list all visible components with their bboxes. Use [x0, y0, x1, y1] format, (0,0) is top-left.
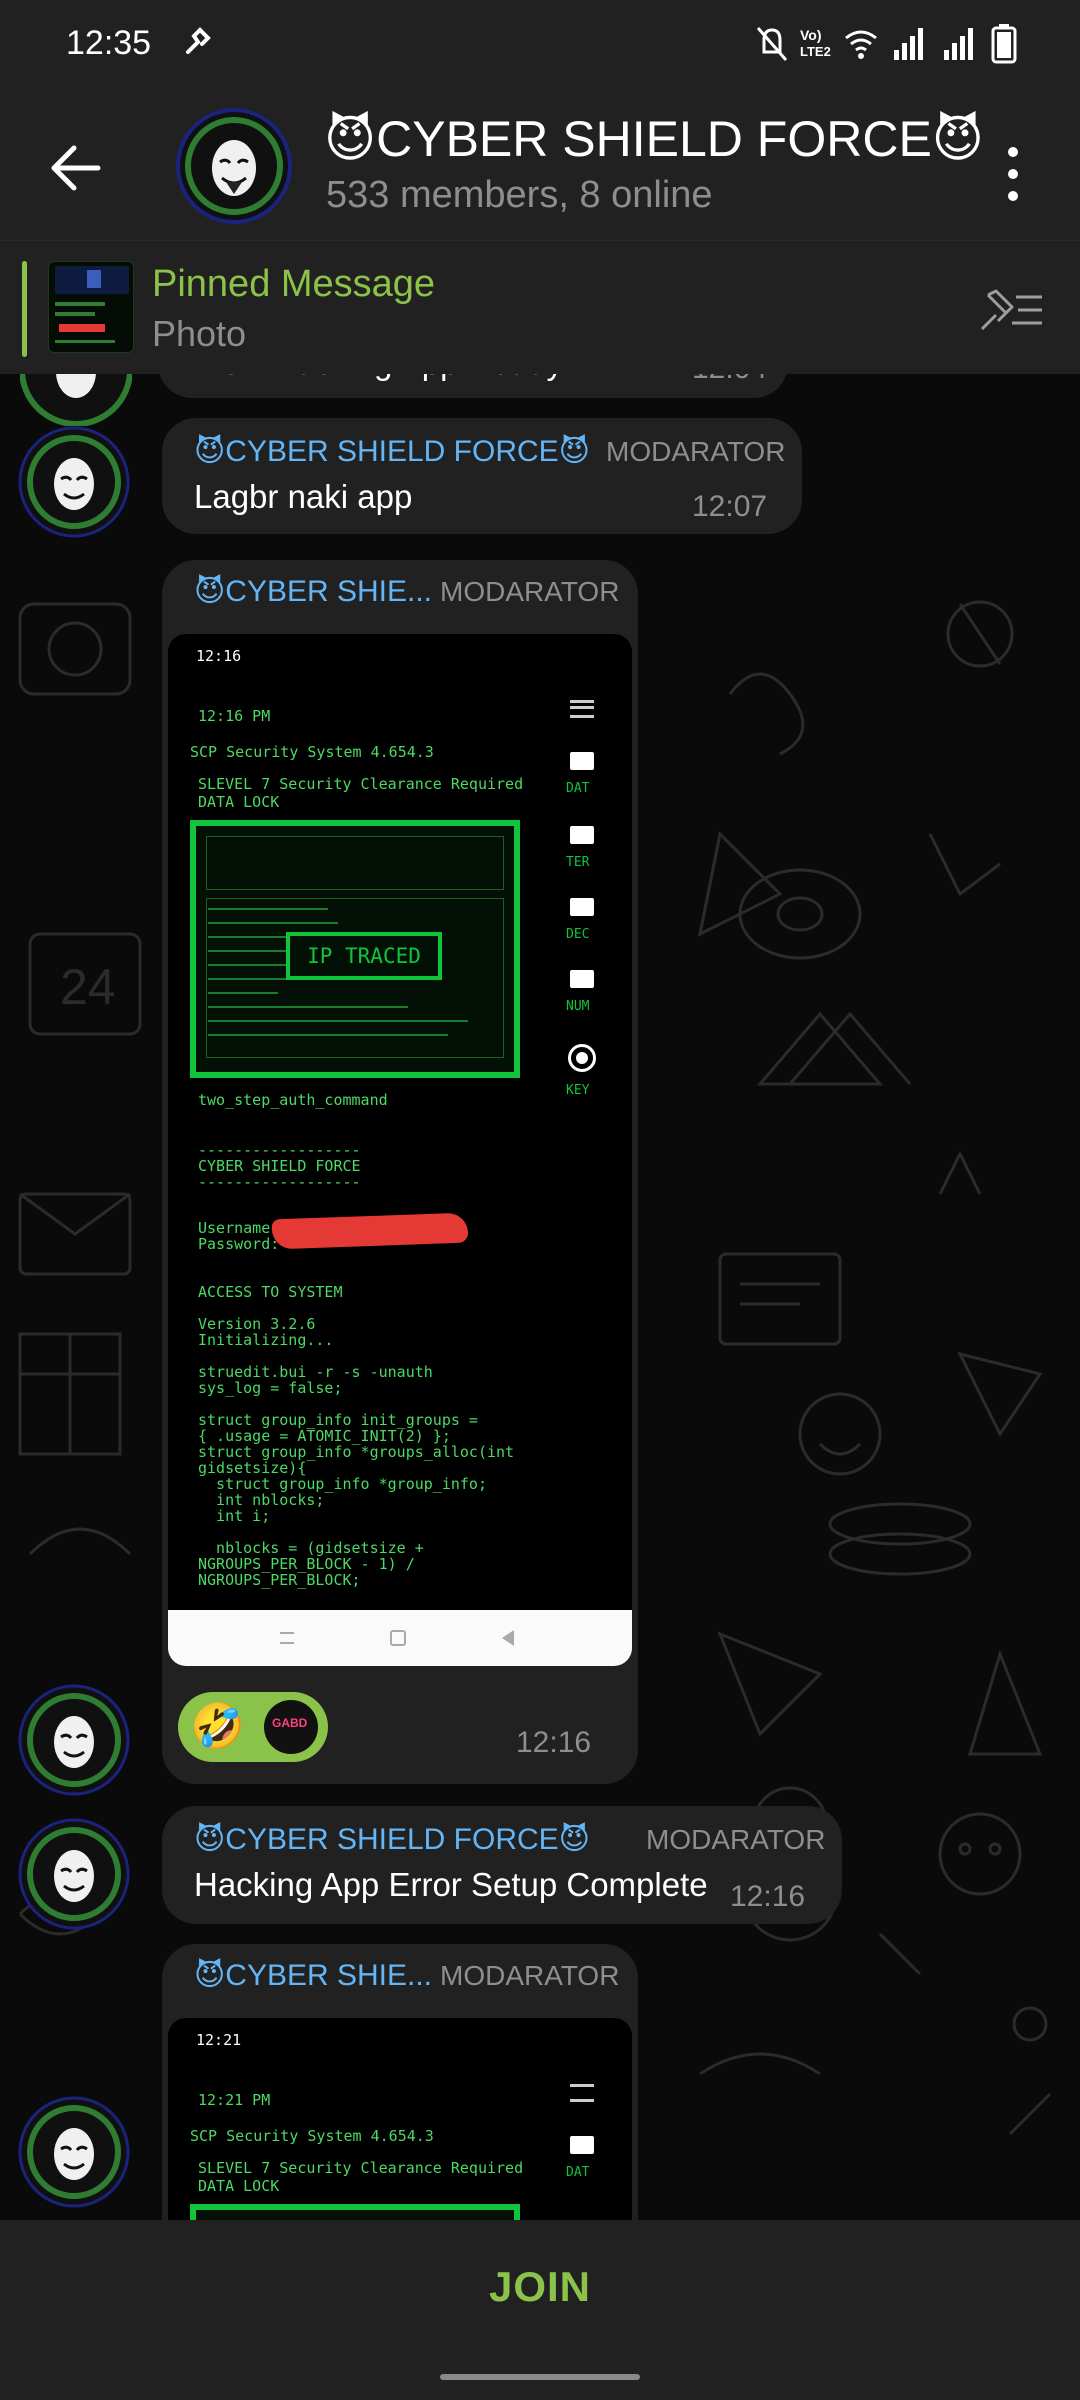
group-avatar[interactable]	[176, 108, 292, 224]
screenshot-line: SCP Security System 4.654.3	[190, 2127, 434, 2145]
join-bar: JOIN	[0, 2220, 1080, 2354]
screenshot-status-time: 12:21	[196, 2031, 242, 2049]
status-time: 12:35	[66, 24, 152, 62]
pinned-thumbnail	[48, 261, 134, 353]
sender-avatar[interactable]	[18, 1684, 130, 1796]
message-text: Hacking App Error Setup Complete	[194, 1866, 708, 1903]
pinned-list-icon[interactable]	[976, 285, 1046, 335]
reaction-avatar: GABD	[264, 1700, 318, 1754]
pinned-message-bar[interactable]: Pinned Message Photo	[0, 240, 1080, 374]
sender-name[interactable]: 😈CYBER SHIELD FORCE😈	[194, 1822, 590, 1857]
screenshot-side-label: DEC	[566, 927, 590, 942]
screenshot-ip-panel	[190, 2204, 520, 2220]
screenshot-line: DATA LOCK	[198, 793, 280, 811]
redaction-mark	[271, 1212, 469, 1250]
join-button[interactable]: JOIN	[0, 2220, 1080, 2354]
reaction-emoji[interactable]: 🤣	[190, 1698, 245, 1756]
pinned-indicator	[22, 261, 27, 357]
status-bar: 12:35 Vo) LTE2	[0, 0, 1080, 88]
screenshot-side-label: KEY	[566, 1083, 590, 1098]
reaction-avatar-label: GABD	[272, 1716, 308, 1730]
pinned-subtitle: Photo	[152, 313, 247, 354]
message-list[interactable]: 24 New Hacking App Ready 12:04	[0, 374, 1080, 2220]
svg-text:LTE2: LTE2	[800, 44, 831, 59]
sender-role: MODARATOR	[440, 1960, 620, 1991]
screenshot-line: int i;	[198, 1507, 271, 1525]
screenshot-line: ACCESS TO SYSTEM	[198, 1283, 343, 1301]
screenshot-line: SLEVEL 7 Security Clearance Required	[198, 775, 524, 793]
screenshot-side-label: DAT	[566, 781, 590, 796]
reactions-pill[interactable]: 🤣 GABD	[178, 1692, 328, 1762]
signal2-icon	[944, 28, 973, 60]
home-indicator[interactable]	[440, 2374, 640, 2380]
screenshot-side-label: NUM	[566, 999, 590, 1014]
message-time: 12:16	[730, 1880, 806, 1913]
message-time: 12:04	[692, 374, 767, 386]
screenshot-line: SCP Security System 4.654.3	[190, 743, 434, 761]
screenshot-ip-panel: IP TRACED	[190, 820, 520, 1078]
sender-name[interactable]: 😈CYBER SHIELD FORCE😈	[194, 434, 590, 469]
screenshot-divider: ------------------	[198, 1173, 361, 1191]
message-bubble-photo[interactable]: 😈CYBER SHIE... MODARATOR 12:16 12:16 PM …	[162, 560, 638, 1784]
svg-text:24: 24	[60, 959, 116, 1015]
group-title[interactable]: 😈CYBER SHIELD FORCE😈	[324, 110, 984, 168]
screenshot-side-label: TER	[566, 855, 590, 870]
screenshot-sidebar: DAT TER DEC NUM KEY	[564, 700, 604, 1140]
ip-traced-label: IP TRACED	[286, 932, 442, 980]
volte-icon: Vo) LTE2	[800, 27, 831, 59]
screenshot-status-time: 12:16	[196, 647, 242, 665]
system-nav-bar	[0, 2354, 1080, 2400]
wifi-icon	[845, 30, 877, 59]
sender-role: MODARATOR	[646, 1824, 826, 1855]
photo-attachment[interactable]: 12:16 12:16 PM SCP Security System 4.654…	[168, 634, 632, 1666]
message-text: New Hacking App Ready	[198, 374, 563, 382]
message-bubble[interactable]: 😈CYBER SHIELD FORCE😈 MODARATOR Lagbr nak…	[162, 418, 802, 534]
screenshot-line: two_step_auth_command	[198, 1091, 388, 1109]
sender-avatar[interactable]	[18, 1818, 130, 1930]
screenshot-menu-icon	[570, 2084, 594, 2102]
screenshot-line: NGROUPS_PER_BLOCK;	[198, 1571, 361, 1589]
message-bubble-photo[interactable]: 😈CYBER SHIE... MODARATOR 12:21 12:21 PM …	[162, 1944, 638, 2220]
screenshot-line: DATA LOCK	[198, 2177, 280, 2195]
sender-avatar[interactable]	[20, 374, 132, 426]
screenshot-line: Initializing...	[198, 1331, 334, 1349]
battery-icon	[991, 24, 1017, 64]
chat-header: 😈CYBER SHIELD FORCE😈 533 members, 8 onli…	[0, 88, 1080, 240]
screenshot-folder-icon	[570, 2136, 594, 2154]
screenshot-side-label: DAT	[566, 2165, 590, 2180]
sender-role: MODARATOR	[606, 436, 786, 467]
sender-name[interactable]: 😈CYBER SHIE...	[194, 1958, 432, 1993]
message-bubble-partial[interactable]: New Hacking App Ready 12:04	[158, 374, 788, 398]
sender-role: MODARATOR	[440, 576, 620, 607]
mute-icon	[756, 27, 788, 61]
back-button[interactable]	[36, 128, 116, 208]
screenshot-line: Password:	[198, 1235, 280, 1253]
call-icon	[186, 27, 211, 54]
more-options-button[interactable]	[990, 134, 1036, 214]
message-time: 12:07	[692, 490, 768, 523]
svg-text:Vo): Vo)	[800, 27, 822, 43]
sender-name[interactable]: 😈CYBER SHIE...	[194, 574, 432, 609]
photo-attachment[interactable]: 12:21 12:21 PM SCP Security System 4.654…	[168, 2018, 632, 2220]
screenshot-navbar	[168, 1610, 632, 1666]
screenshot-line: 12:16 PM	[198, 707, 271, 725]
message-text: Lagbr naki app	[194, 478, 413, 515]
screenshot-line: SLEVEL 7 Security Clearance Required	[198, 2159, 524, 2177]
message-bubble[interactable]: 😈CYBER SHIELD FORCE😈 MODARATOR Hacking A…	[162, 1806, 842, 1924]
sender-avatar[interactable]	[18, 2096, 130, 2208]
screenshot-line: sys_log = false;	[198, 1379, 343, 1397]
message-time: 12:16	[516, 1726, 592, 1759]
screenshot-line: 12:21 PM	[198, 2091, 271, 2109]
signal1-icon	[894, 28, 923, 60]
group-member-count: 533 members, 8 online	[326, 174, 713, 216]
pinned-title: Pinned Message	[152, 263, 436, 305]
sender-avatar[interactable]	[18, 426, 130, 538]
